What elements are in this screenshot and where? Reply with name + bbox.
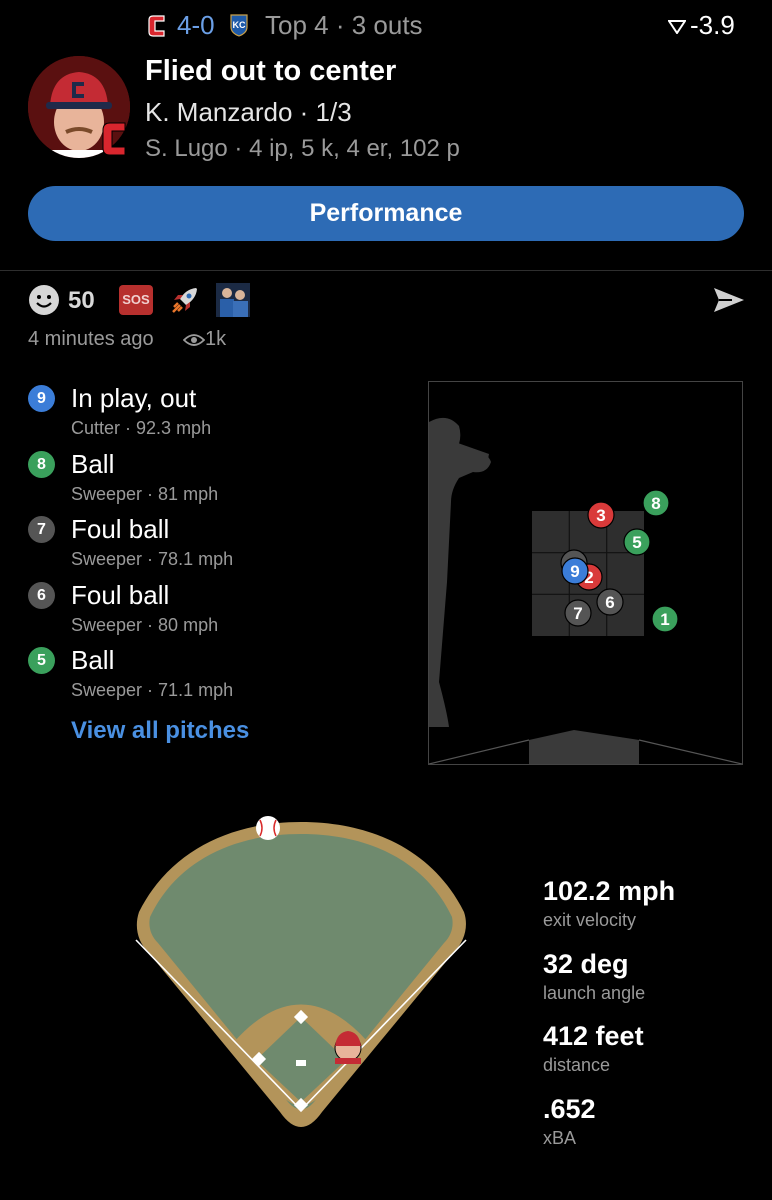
team-badge-icon [102, 122, 126, 156]
pitch-type: Sweeper [71, 680, 143, 700]
pitch-speed: 80 mph [158, 614, 219, 635]
stat-xba: .652 xBA [543, 1094, 763, 1167]
pitch-marker-label: 7 [573, 604, 582, 623]
pitch-marker[interactable]: 6 [596, 588, 624, 616]
stat-launch-angle: 32 deg launch angle [543, 949, 763, 1022]
smiley-reaction-icon[interactable] [28, 284, 60, 316]
pitch-type: Sweeper [71, 549, 143, 569]
game-status-bar: 4-0 KC Top 4 · 3 outs -3.9 [0, 0, 772, 52]
rocket-reaction-icon[interactable] [168, 283, 202, 317]
section-divider [0, 270, 772, 271]
pitch-speed: 81 mph [158, 483, 219, 504]
pitch-list-item[interactable]: 5 Ball Sweeper · 71.1 mph [28, 642, 408, 708]
batter-marker-icon [334, 1031, 362, 1064]
win-probability-icon [668, 20, 686, 34]
pitch-marker[interactable]: 7 [564, 599, 592, 627]
stat-label: distance [543, 1055, 611, 1075]
baseball-landing-icon [256, 816, 280, 840]
strike-zone-graphic: 385429761 [429, 417, 742, 764]
strike-zone-panel: 385429761 [428, 381, 743, 765]
pitch-detail: Sweeper · 78.1 mph [71, 549, 234, 569]
pitch-marker-label: 5 [632, 533, 641, 552]
pitch-result: In play, out [71, 383, 197, 413]
pitch-detail: Sweeper · 80 mph [71, 614, 219, 635]
pitch-marker-label: 8 [651, 494, 660, 513]
pitch-speed: 92.3 mph [136, 418, 212, 438]
pitch-speed: 78.1 mph [158, 549, 234, 569]
guardians-logo-icon [148, 15, 165, 37]
pitch-number-badge: 9 [28, 385, 55, 412]
stat-value: 32 deg [543, 948, 629, 979]
pitch-marker[interactable]: 8 [642, 489, 670, 517]
batter-silhouette-icon [429, 417, 491, 727]
pitch-list-item[interactable]: 9 In play, out Cutter · 92.3 mph [28, 380, 408, 446]
pitch-marker[interactable]: 3 [587, 501, 615, 529]
pitch-type: Sweeper [71, 483, 143, 504]
baseball-field-graphic [135, 816, 467, 1127]
pitch-marker-label: 3 [596, 506, 605, 525]
pitch-detail: Sweeper · 81 mph [71, 483, 219, 504]
pitch-result: Foul ball [71, 514, 170, 544]
pitch-marker-label: 6 [605, 593, 614, 612]
pitch-marker[interactable]: 1 [651, 605, 679, 633]
pitch-list-item[interactable]: 8 Ball Sweeper · 81 mph [28, 446, 408, 512]
pitch-speed: 71.1 mph [158, 680, 234, 700]
stat-value: 102.2 mph [543, 876, 676, 906]
pitch-number-badge: 8 [28, 450, 55, 478]
pitch-number-badge: 7 [28, 516, 55, 543]
stat-label: exit velocity [543, 910, 637, 930]
post-time: 4 minutes ago [28, 328, 154, 350]
play-headline: Flied out to center [145, 55, 397, 87]
win-probability-change: -3.9 [690, 10, 735, 40]
pitchers-mound-icon [296, 1060, 306, 1066]
game-score: 4-0 [177, 10, 215, 40]
reaction-count: 50 [68, 287, 95, 314]
pitch-type: Sweeper [71, 614, 143, 635]
pitch-marker-label: 1 [660, 610, 669, 629]
pitcher-line: S. Lugo · 4 ip, 5 k, 4 er, 102 p [145, 135, 460, 162]
pitch-list: 9 In play, out Cutter · 92.3 mph 8 Ball … [28, 380, 408, 708]
share-icon[interactable] [712, 285, 746, 315]
pitch-detail: Cutter · 92.3 mph [71, 418, 212, 438]
view-all-pitches-link[interactable]: View all pitches [71, 717, 249, 745]
pitch-list-item[interactable]: 7 Foul ball Sweeper · 78.1 mph [28, 511, 408, 577]
pitch-result: Foul ball [71, 579, 170, 610]
pitch-number-badge: 6 [28, 581, 55, 609]
pitch-result: Ball [71, 448, 115, 479]
home-plate-icon [529, 730, 639, 764]
pitch-marker[interactable]: 5 [623, 528, 651, 556]
pitch-detail: Sweeper · 71.1 mph [71, 680, 234, 700]
pitch-marker-label: 9 [570, 562, 579, 581]
pitch-number-badge: 5 [28, 647, 55, 674]
pitch-marker[interactable]: 9 [561, 557, 589, 585]
stat-value: 412 feet [543, 1021, 644, 1051]
stat-distance: 412 feet distance [543, 1021, 763, 1094]
stat-label: launch angle [543, 982, 646, 1003]
royals-logo-icon: KC [230, 14, 248, 37]
stat-label: xBA [543, 1127, 577, 1148]
batted-ball-stats: 102.2 mph exit velocity 32 deg launch an… [543, 876, 763, 1166]
stat-exit-velocity: 102.2 mph exit velocity [543, 876, 763, 949]
svg-text:KC: KC [233, 20, 246, 30]
stat-value: .652 [543, 1093, 596, 1124]
sos-reaction-icon[interactable]: SOS [119, 285, 153, 315]
batter-line: K. Manzardo · 1/3 [145, 97, 352, 127]
view-count: 1k [205, 328, 227, 350]
eye-icon [183, 334, 205, 346]
spray-chart [134, 812, 469, 1148]
pitch-type: Cutter [71, 418, 121, 438]
pitch-list-item[interactable]: 6 Foul ball Sweeper · 80 mph [28, 577, 408, 643]
teammates-reaction-icon[interactable] [216, 283, 250, 317]
inning-status: Top 4 · 3 outs [265, 10, 423, 40]
reactions-row: 50 SOS [28, 283, 744, 317]
pitch-result: Ball [71, 645, 115, 675]
performance-button[interactable]: Performance [28, 186, 744, 241]
